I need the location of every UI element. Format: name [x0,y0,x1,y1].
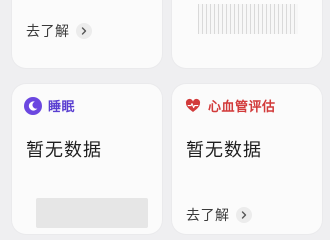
sleep-card[interactable]: 睡眠 暂无数据 [12,84,162,234]
cardio-card-title: 心血管评估 [208,100,276,115]
moon-icon [24,96,42,115]
learn-more-link[interactable]: 去了解 [186,205,252,225]
top-left-card[interactable]: 去了解 [12,0,162,68]
cardio-card[interactable]: 心血管评估 暂无数据 去了解 [172,84,322,234]
sleep-card-title: 睡眠 [48,100,76,115]
cardio-status: 暂无数据 [186,140,262,161]
sleep-chart-placeholder [36,198,148,228]
learn-more-label: 去了解 [26,24,70,40]
chevron-right-icon [235,207,252,223]
heart-pulse-icon [184,97,202,115]
cardio-card-header: 心血管评估 [184,96,276,115]
sleep-card-header: 睡眠 [24,96,75,115]
chart-placeholder [198,4,298,34]
sleep-status: 暂无数据 [26,140,102,161]
learn-more-label: 去了解 [186,208,230,224]
top-right-card[interactable] [172,0,322,68]
learn-more-link[interactable]: 去了解 [26,21,92,41]
chevron-right-icon [75,23,92,39]
